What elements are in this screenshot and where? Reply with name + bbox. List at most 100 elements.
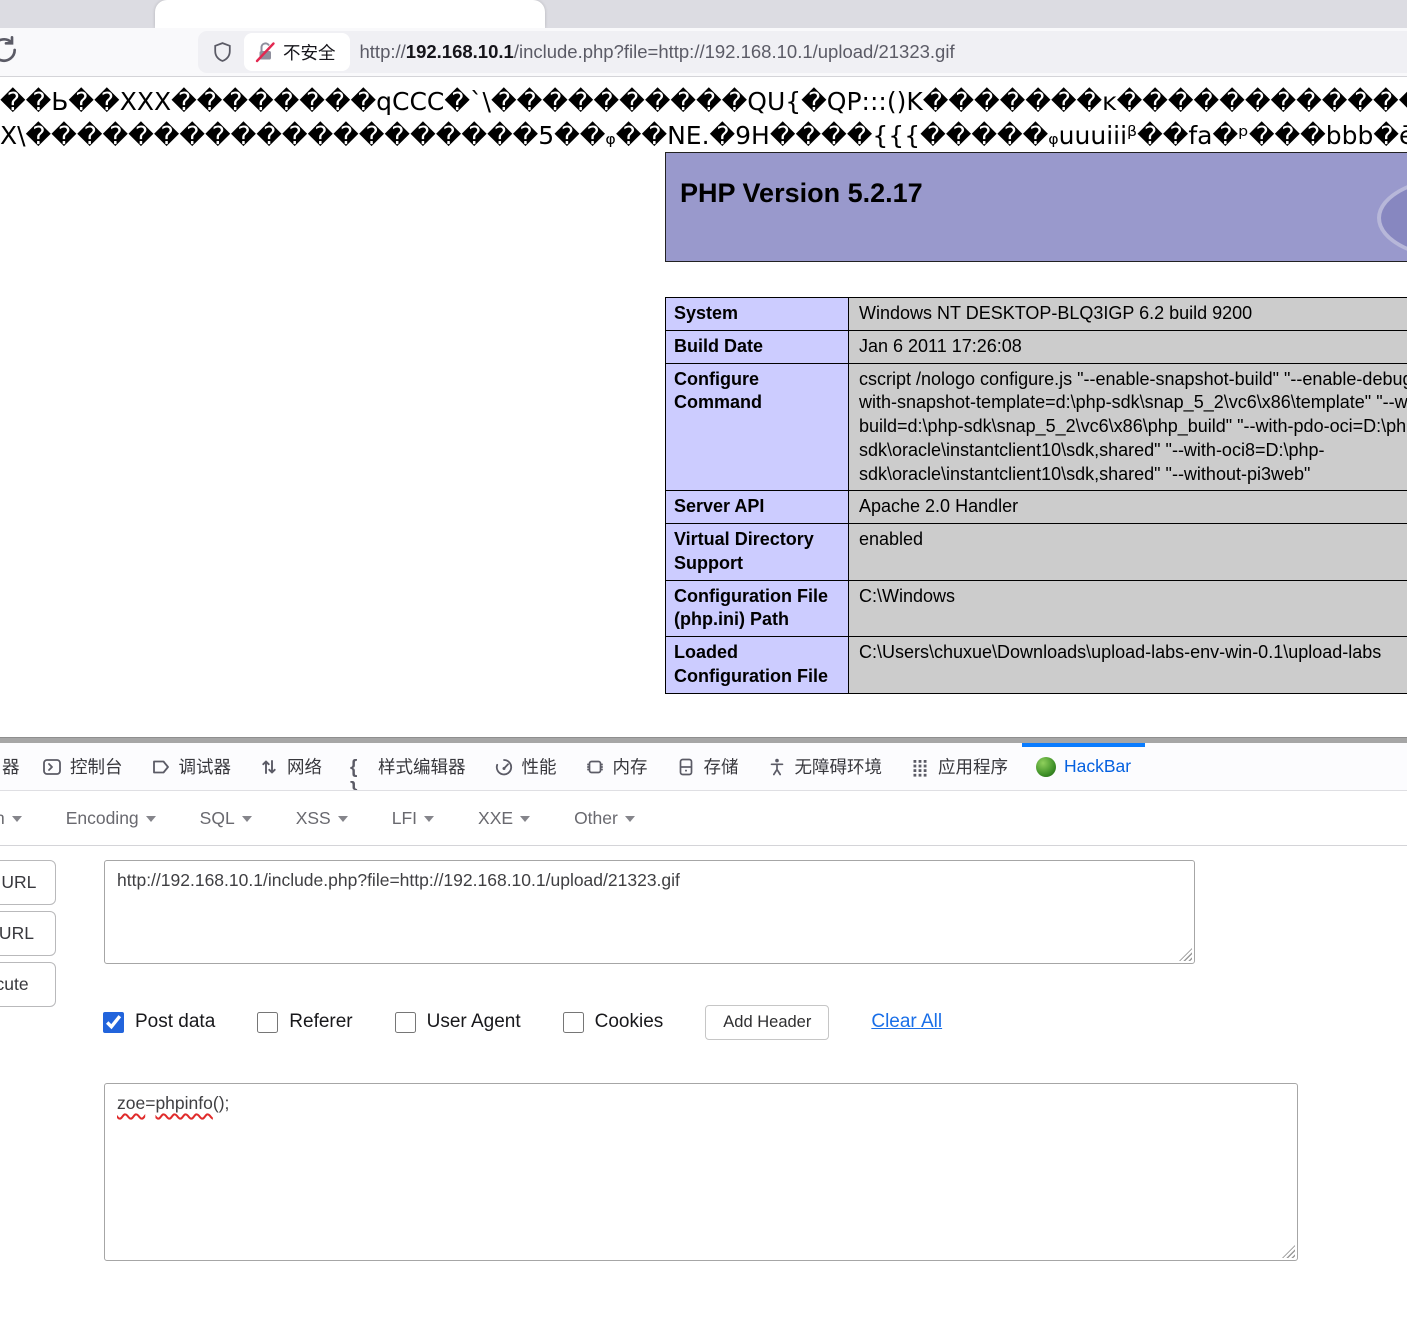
devtools-tab-storage[interactable]: 存储 [662, 743, 753, 790]
tab-label: 性能 [521, 757, 557, 777]
checkbox-group-user-agent: User Agent [394, 1011, 521, 1033]
devtools-tab-hackbar[interactable]: HackBar [1022, 743, 1146, 790]
clear-all-link[interactable]: Clear All [871, 1011, 942, 1033]
phpinfo-row: Build Date Jan 6 2011 17:26:08 [665, 329, 1407, 364]
tab-label: 样式编辑器 [378, 757, 466, 777]
split-url-button[interactable]: Split URL [0, 911, 56, 956]
add-header-button[interactable]: Add Header [705, 1004, 830, 1040]
browser-tab-strip [0, 0, 1407, 28]
url-display[interactable]: http://192.168.10.1/include.php?file=htt… [360, 41, 955, 63]
menu-label: Encryption [0, 808, 5, 829]
hackbar-menu-sql[interactable]: SQL [200, 808, 252, 829]
phpinfo-row-value: cscript /nologo configure.js "--enable-s… [848, 362, 1407, 492]
checkbox-group-cookies: Cookies [562, 1011, 663, 1033]
address-bar[interactable]: 不安全 http://192.168.10.1/include.php?file… [198, 31, 1407, 73]
referer-checkbox[interactable] [257, 1011, 279, 1033]
hackbar-url-textarea[interactable]: http://192.168.10.1/include.php?file=htt… [104, 860, 1195, 964]
resize-handle[interactable] [1282, 1245, 1295, 1258]
hackbar-menu-encoding[interactable]: Encoding [66, 808, 156, 829]
hackbar-menu-xxe[interactable]: XXE [478, 807, 531, 829]
style-editor-icon: { } [350, 756, 359, 791]
checkbox-label: Post data [135, 1011, 216, 1032]
phpinfo-table: System Windows NT DESKTOP-BLQ3IGP 6.2 bui… [665, 297, 1407, 694]
post-data-text: = [145, 1093, 156, 1113]
performance-icon [494, 757, 514, 777]
menu-label: Other [574, 807, 618, 828]
chevron-down-icon [624, 816, 635, 822]
hackbar-menu-xss[interactable]: XSS [296, 808, 348, 829]
menu-label: XXE [478, 807, 514, 828]
url-path: /include.php?file=http://192.168.10.1/up… [513, 41, 955, 62]
phpinfo-row-label: Server API [665, 490, 849, 524]
debugger-icon [151, 757, 171, 777]
phpinfo-row-label: Configure Command [665, 362, 849, 492]
shield-icon[interactable] [210, 40, 235, 65]
memory-icon [585, 757, 605, 777]
hackbar-icon [1036, 756, 1056, 777]
phpinfo-row-value: Windows NT DESKTOP-BLQ3IGP 6.2 build 920… [848, 297, 1407, 331]
reload-icon[interactable] [0, 34, 20, 66]
phpinfo-row: Server API Apache 2.0 Handler [665, 490, 1407, 524]
hackbar-postdata-textarea[interactable]: zoe=phpinfo(); [104, 1083, 1298, 1261]
menu-label: SQL [199, 807, 235, 828]
tab-label: HackBar [1064, 756, 1132, 776]
tab-label: 内存 [612, 757, 648, 777]
security-badge[interactable]: 不安全 [244, 33, 350, 71]
cookies-checkbox[interactable] [562, 1011, 584, 1033]
menu-label: LFI [391, 807, 418, 828]
phpinfo-row-value: C:\Users\chuxue\Downloads\upload-labs-en… [848, 636, 1407, 694]
devtools-tab-inspector[interactable]: 器 [0, 743, 28, 790]
load-url-button[interactable]: Load URL [0, 860, 56, 905]
tab-label: 存储 [703, 757, 739, 777]
hackbar-menu-other[interactable]: Other [574, 808, 635, 829]
devtools-tab-debugger[interactable]: 调试器 [137, 743, 246, 790]
broken-lock-icon [255, 42, 275, 63]
devtools-tab-style-editor[interactable]: { } 样式编辑器 [336, 743, 480, 791]
chevron-down-icon [520, 816, 531, 822]
storage-icon [676, 757, 696, 777]
execute-button[interactable]: Execute [0, 962, 56, 1007]
phpinfo-title: PHP Version 5.2.17 [680, 178, 923, 208]
tab-label: 网络 [287, 757, 322, 777]
tab-label: 无障碍环境 [794, 757, 883, 777]
devtools-tab-application[interactable]: 应用程序 [896, 743, 1022, 790]
post-data-checkbox[interactable] [103, 1011, 124, 1033]
checkbox-group-referer: Referer [257, 1011, 353, 1033]
phpinfo-row-label: Loaded Configuration File [665, 636, 849, 694]
phpinfo-row-label: System [665, 297, 849, 331]
phpinfo-row-value: C:\Windows [848, 579, 1407, 637]
browser-active-tab[interactable] [155, 0, 545, 28]
network-icon [259, 757, 279, 777]
url-host: 192.168.10.1 [405, 41, 514, 62]
chevron-down-icon [11, 816, 22, 822]
misspelled-word: phpinfo [155, 1093, 213, 1113]
application-icon [910, 757, 930, 777]
phpinfo-row: Loaded Configuration File C:\Users\chuxue… [665, 636, 1407, 694]
devtools-tab-performance[interactable]: 性能 [480, 743, 571, 790]
checkbox-label: Referer [289, 1011, 353, 1032]
devtools-tab-memory[interactable]: 内存 [571, 743, 662, 790]
phpinfo-section: PHP Version 5.2.17 System Windows NT DESK… [665, 152, 1407, 694]
devtools-tab-accessibility[interactable]: 无障碍环境 [753, 743, 897, 790]
hackbar-menu-encryption[interactable]: Encryption [0, 808, 22, 829]
devtools-tab-console[interactable]: 控制台 [28, 743, 137, 790]
tab-label: 器 [2, 757, 20, 777]
phpinfo-header: PHP Version 5.2.17 [665, 152, 1407, 262]
hackbar-menu-lfi[interactable]: LFI [391, 807, 435, 829]
phpinfo-row: System Windows NT DESKTOP-BLQ3IGP 6.2 bui… [665, 297, 1407, 331]
devtools-tabbar: 器 控制台 调试器 网络 { } 样式编辑器 性能 内存 存储 无障碍环境 应用程序 HackBar [0, 743, 1407, 791]
garbled-line-2: X\��������������������5��ᵩ��NE.�9H����{{… [0, 121, 1407, 150]
accessibility-icon [767, 757, 787, 777]
phpinfo-row-value: Jan 6 2011 17:26:08 [848, 329, 1407, 364]
phpinfo-row: Configuration File (php.ini) Path C:\Wind… [665, 579, 1407, 637]
post-data-text: (); [212, 1093, 230, 1113]
devtools-tab-network[interactable]: 网络 [245, 743, 336, 790]
resize-handle[interactable] [1179, 948, 1192, 961]
chevron-down-icon [145, 816, 156, 822]
user-agent-checkbox[interactable] [394, 1011, 416, 1033]
hackbar-menu-row: Encryption Encoding SQL XSS LFI XXE Other [0, 791, 1407, 846]
phpinfo-row-label: Build Date [665, 329, 849, 364]
garbled-line-1: ��Ь��XXX��������qCCC�`\����������QU{�QP:… [0, 87, 1407, 116]
tab-label: 应用程序 [938, 757, 1008, 777]
hackbar-options-row: Post data Referer User Agent Cookies Add He… [103, 1004, 942, 1040]
